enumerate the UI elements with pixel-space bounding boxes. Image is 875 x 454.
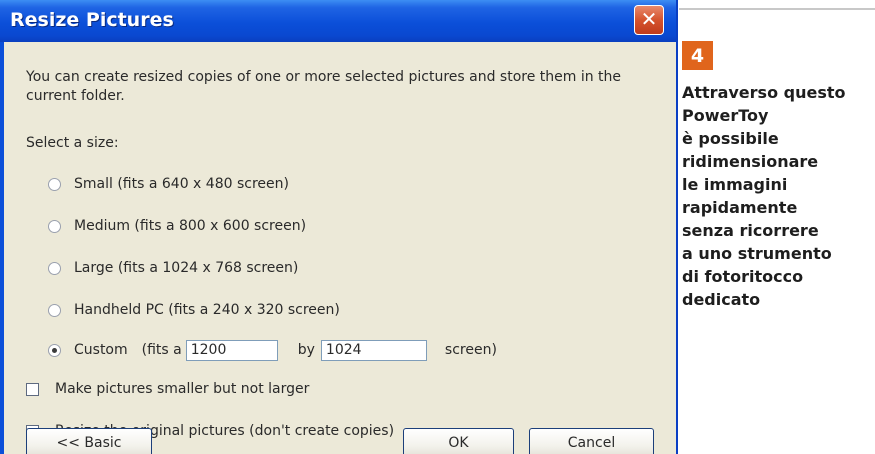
option-custom-label: Custom bbox=[74, 342, 128, 358]
custom-fits-text: (fits a bbox=[141, 342, 182, 358]
basic-button[interactable]: << Basic bbox=[26, 428, 152, 454]
option-medium[interactable]: Medium (fits a 800 x 600 screen) bbox=[48, 215, 306, 237]
option-large-label: Large (fits a 1024 x 768 screen) bbox=[74, 260, 299, 276]
option-large[interactable]: Large (fits a 1024 x 768 screen) bbox=[48, 257, 298, 279]
title-bar[interactable]: Resize Pictures ✕ bbox=[0, 0, 676, 42]
option-medium-label: Medium (fits a 800 x 600 screen) bbox=[74, 218, 307, 234]
dialog-body: You can create resized copies of one or … bbox=[0, 42, 676, 454]
ok-button[interactable]: OK bbox=[403, 428, 514, 454]
radio-large[interactable] bbox=[48, 261, 61, 275]
ok-button-label: OK bbox=[448, 435, 469, 451]
option-custom[interactable]: Custom (fits a 1200 by 1024 screen) bbox=[48, 339, 497, 361]
custom-screen-text: screen) bbox=[444, 342, 497, 358]
check-smaller-label: Make pictures smaller but not larger bbox=[55, 381, 310, 397]
radio-small[interactable] bbox=[48, 177, 61, 191]
custom-width-input[interactable]: 1200 bbox=[185, 339, 278, 361]
basic-button-label: << Basic bbox=[56, 435, 122, 451]
description-text: You can create resized copies of one or … bbox=[26, 69, 622, 104]
option-handheld[interactable]: Handheld PC (fits a 240 x 320 screen) bbox=[48, 299, 340, 321]
radio-handheld[interactable] bbox=[48, 303, 61, 317]
dialog-title: Resize Pictures bbox=[10, 9, 174, 31]
radio-medium[interactable] bbox=[48, 219, 61, 233]
select-size-label: Select a size: bbox=[26, 135, 119, 151]
caption-text: Attraverso questo PowerToy è possibile r… bbox=[682, 83, 846, 309]
custom-by-text: by bbox=[297, 342, 315, 358]
cancel-button[interactable]: Cancel bbox=[529, 428, 654, 454]
caption-divider bbox=[679, 8, 875, 10]
option-small[interactable]: Small (fits a 640 x 480 screen) bbox=[48, 173, 289, 195]
option-handheld-label: Handheld PC (fits a 240 x 320 screen) bbox=[74, 302, 340, 318]
option-small-label: Small (fits a 640 x 480 screen) bbox=[74, 176, 289, 192]
custom-height-input[interactable]: 1024 bbox=[320, 339, 427, 361]
close-icon: ✕ bbox=[640, 7, 658, 31]
checkbox-smaller-not-larger[interactable] bbox=[26, 382, 39, 396]
resize-pictures-dialog: Resize Pictures ✕ You can create resized… bbox=[0, 0, 678, 454]
check-smaller-not-larger[interactable]: Make pictures smaller but not larger bbox=[26, 378, 309, 400]
cancel-button-label: Cancel bbox=[567, 435, 616, 451]
radio-custom[interactable] bbox=[48, 343, 61, 357]
step-number-badge: 4 bbox=[682, 41, 713, 70]
close-button[interactable]: ✕ bbox=[634, 5, 664, 35]
